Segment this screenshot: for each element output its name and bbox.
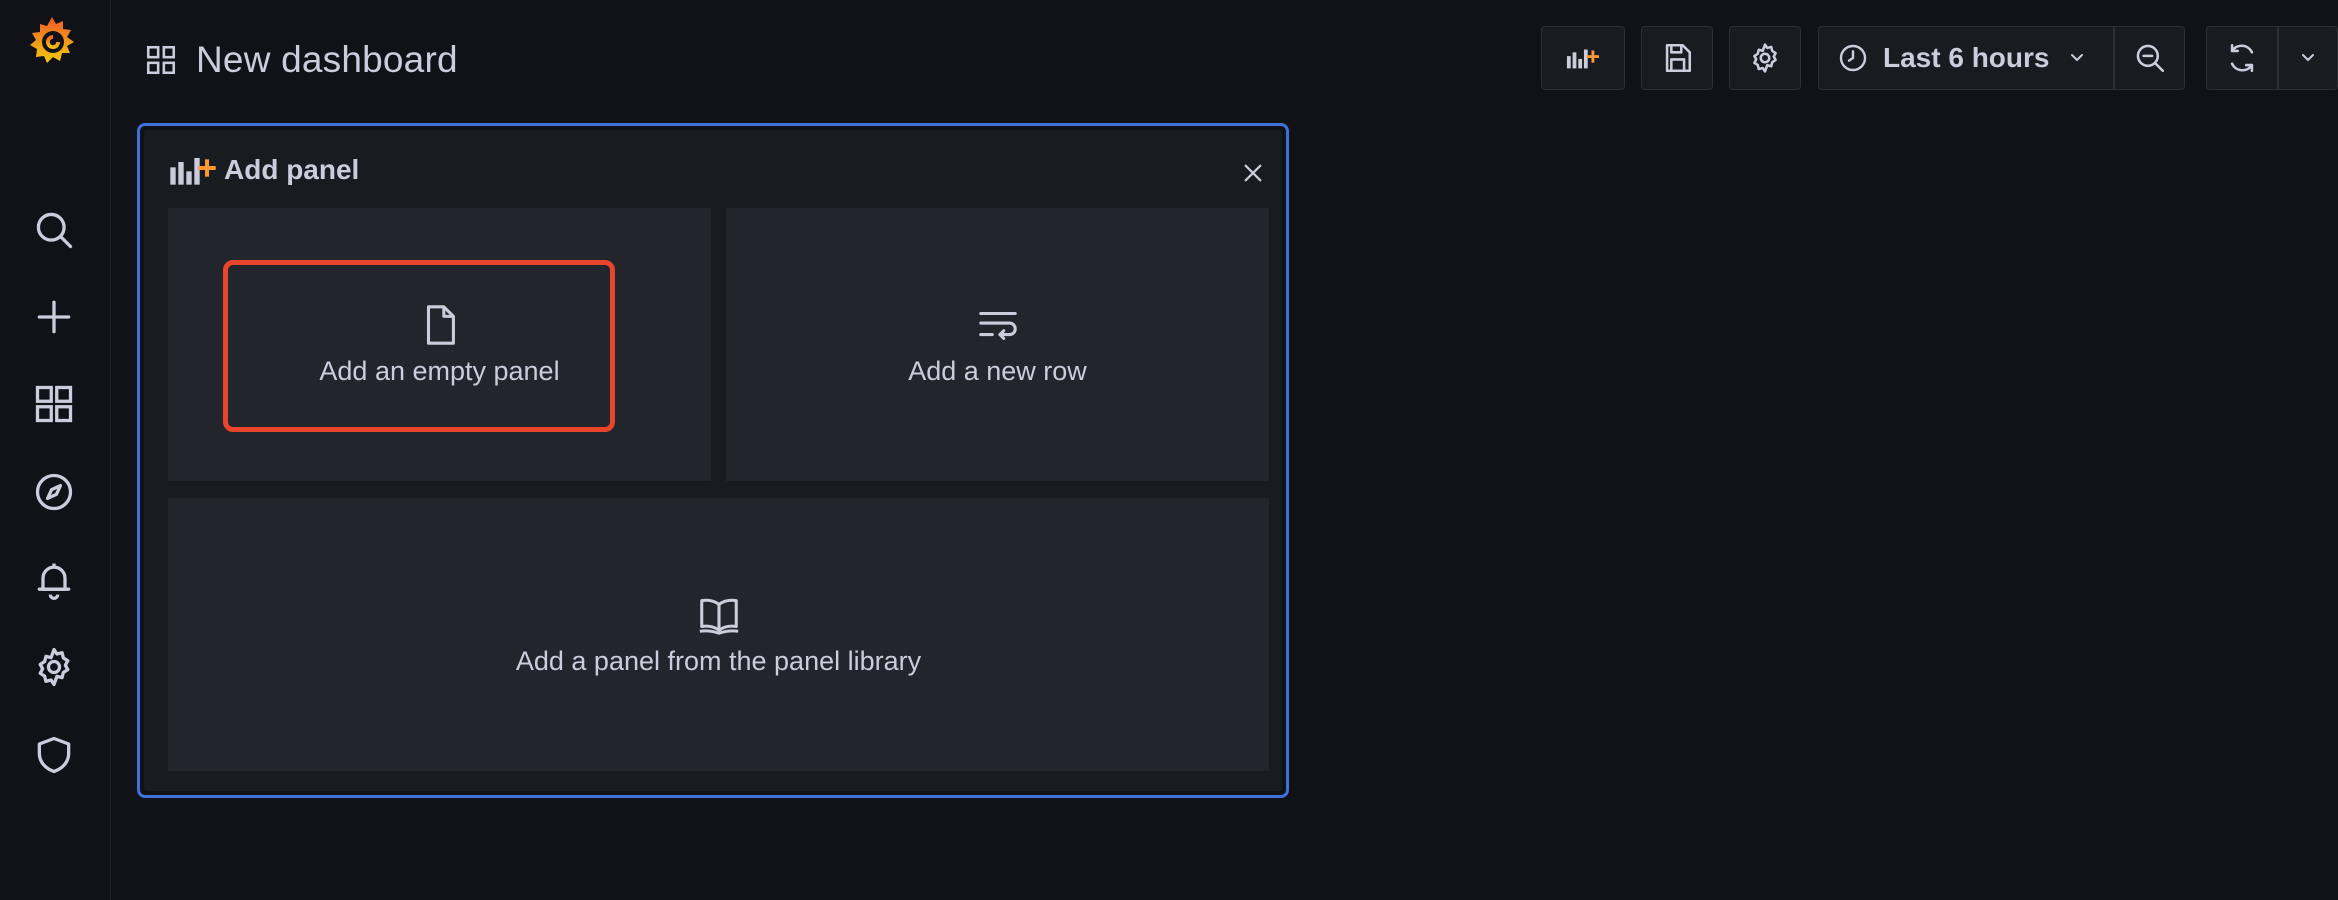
add-new-row-label: Add a new row xyxy=(908,356,1087,386)
sidebar xyxy=(0,0,111,900)
book-open-icon xyxy=(699,598,738,635)
save-dashboard-button[interactable] xyxy=(1641,26,1713,90)
add-panel-title: Add panel xyxy=(224,154,360,185)
chevron-down-icon xyxy=(2302,54,2314,62)
gear-icon[interactable] xyxy=(27,640,81,694)
close-icon xyxy=(1244,164,1262,182)
dashboards-icon[interactable] xyxy=(27,377,81,431)
gear-icon xyxy=(1753,43,1777,73)
dashboard-title-wrap[interactable]: New dashboard xyxy=(144,30,458,90)
plus-icon[interactable] xyxy=(27,290,81,344)
refresh-icon xyxy=(2230,43,2254,73)
shield-icon[interactable] xyxy=(27,728,81,782)
chevron-down-icon xyxy=(2071,54,2084,62)
dashboard-grid-icon xyxy=(146,45,176,75)
dashboard-settings-button[interactable] xyxy=(1729,26,1801,90)
save-icon xyxy=(1665,43,1692,73)
add-panel-icon xyxy=(1566,49,1600,69)
time-range-label: Last 6 hours xyxy=(1883,42,2050,73)
add-empty-panel-option[interactable]: Add an empty panel xyxy=(168,208,711,481)
add-new-row-option[interactable]: Add a new row xyxy=(726,208,1269,481)
grafana-logo-icon[interactable] xyxy=(22,13,82,73)
add-library-panel-label: Add a panel from the panel library xyxy=(515,646,922,676)
clock-icon xyxy=(1839,44,1867,72)
add-panel-card: Add panel Add an empty panel Add a new r… xyxy=(137,123,1289,798)
zoom-out-button[interactable] xyxy=(2114,26,2185,90)
bell-icon[interactable] xyxy=(27,553,81,607)
compass-icon[interactable] xyxy=(27,465,81,519)
add-panel-header: Add panel xyxy=(168,150,359,190)
search-icon[interactable] xyxy=(27,203,81,257)
file-icon xyxy=(426,305,455,345)
refresh-interval-dropdown[interactable] xyxy=(2278,26,2338,90)
text-wrap-icon xyxy=(978,311,1017,340)
top-navbar: New dashboard Last 6 hours xyxy=(111,0,2338,118)
dashboard-title[interactable]: New dashboard xyxy=(196,39,458,81)
time-range-picker[interactable]: Last 6 hours xyxy=(1818,26,2114,90)
add-panel-button[interactable] xyxy=(1541,26,1625,90)
add-empty-panel-label: Add an empty panel xyxy=(319,356,560,386)
add-panel-body: Add panel Add an empty panel Add a new r… xyxy=(144,130,1282,791)
refresh-button[interactable] xyxy=(2206,26,2278,90)
close-button[interactable] xyxy=(1238,158,1268,188)
zoom-out-icon xyxy=(2136,44,2164,73)
add-panel-icon xyxy=(170,158,216,185)
add-library-panel-option[interactable]: Add a panel from the panel library xyxy=(168,498,1269,771)
